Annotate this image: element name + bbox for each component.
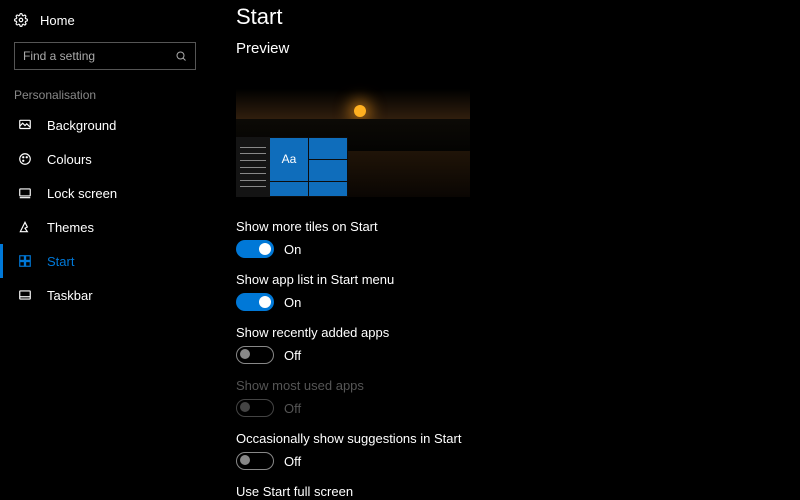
sidebar: Home Find a setting Personalisation Back…	[0, 0, 210, 500]
setting-label: Show app list in Start menu	[236, 272, 800, 287]
sidebar-item-label: Start	[47, 254, 74, 269]
toggle-most-used	[236, 399, 274, 417]
setting-label: Show most used apps	[236, 378, 800, 393]
preview-thumbnail: Aa	[236, 65, 470, 197]
sidebar-item-taskbar[interactable]: Taskbar	[0, 278, 210, 312]
sidebar-item-colours[interactable]: Colours	[0, 142, 210, 176]
page-title: Start	[236, 4, 800, 30]
palette-icon	[17, 152, 33, 166]
sidebar-item-lock-screen[interactable]: Lock screen	[0, 176, 210, 210]
toggle-state: Off	[284, 348, 301, 363]
sidebar-item-label: Lock screen	[47, 186, 117, 201]
setting-suggestions: Occasionally show suggestions in Start O…	[236, 431, 800, 470]
setting-label: Show recently added apps	[236, 325, 800, 340]
setting-recently-added: Show recently added apps Off	[236, 325, 800, 364]
search-icon	[175, 50, 187, 62]
sidebar-item-label: Themes	[47, 220, 94, 235]
sidebar-item-themes[interactable]: Themes	[0, 210, 210, 244]
toggle-suggestions[interactable]	[236, 452, 274, 470]
setting-show-more-tiles: Show more tiles on Start On	[236, 219, 800, 258]
toggle-show-app-list[interactable]	[236, 293, 274, 311]
home-label: Home	[40, 13, 75, 28]
taskbar-icon	[17, 288, 33, 302]
setting-label: Show more tiles on Start	[236, 219, 800, 234]
start-icon	[17, 254, 33, 268]
toggle-state: On	[284, 295, 301, 310]
search-placeholder: Find a setting	[23, 49, 95, 63]
sidebar-item-label: Background	[47, 118, 116, 133]
sidebar-item-label: Taskbar	[47, 288, 93, 303]
toggle-state: Off	[284, 454, 301, 469]
setting-label: Occasionally show suggestions in Start	[236, 431, 800, 446]
preview-label: Preview	[236, 40, 800, 57]
setting-show-app-list: Show app list in Start menu On	[236, 272, 800, 311]
main-panel: Start Preview Aa Show more tiles on Star…	[210, 0, 800, 500]
toggle-recently-added[interactable]	[236, 346, 274, 364]
sidebar-item-background[interactable]: Background	[0, 108, 210, 142]
lock-screen-icon	[17, 186, 33, 200]
setting-label: Use Start full screen	[236, 484, 800, 499]
gear-icon	[14, 13, 28, 27]
sidebar-item-start[interactable]: Start	[0, 244, 210, 278]
search-input[interactable]: Find a setting	[14, 42, 196, 70]
preview-start-overlay: Aa	[236, 137, 348, 197]
picture-icon	[17, 118, 33, 132]
toggle-show-more-tiles[interactable]	[236, 240, 274, 258]
sidebar-item-label: Colours	[47, 152, 92, 167]
themes-icon	[17, 220, 33, 234]
setting-most-used: Show most used apps Off	[236, 378, 800, 417]
section-title: Personalisation	[0, 84, 210, 108]
home-button[interactable]: Home	[0, 6, 210, 34]
search-wrap: Find a setting	[14, 42, 196, 70]
preview-tile-aa: Aa	[270, 138, 308, 181]
setting-full-screen: Use Start full screen On	[236, 484, 800, 500]
toggle-state: On	[284, 242, 301, 257]
toggle-state: Off	[284, 401, 301, 416]
